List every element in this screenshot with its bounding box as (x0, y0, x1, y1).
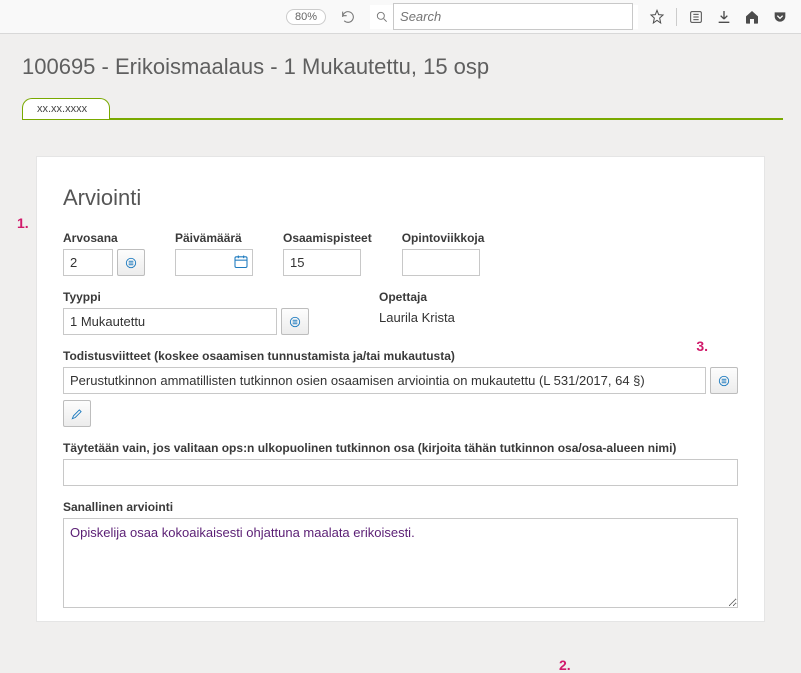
field-ops-ulkopuolinen: Täytetään vain, jos valitaan ops:n ulkop… (63, 441, 738, 486)
bookmark-star-icon[interactable] (648, 8, 666, 26)
pencil-icon (70, 407, 84, 421)
arviointi-card: 1. 2. 3. Arviointi Arvosana Päivämäärä (36, 156, 765, 622)
osaamispisteet-input[interactable] (283, 249, 361, 276)
field-osaamispisteet: Osaamispisteet (283, 231, 372, 276)
field-todistusviitteet: Todistusviitteet (koskee osaamisen tunnu… (63, 349, 738, 427)
row-2: Tyyppi Opettaja Laurila Krista (63, 290, 738, 335)
arvosana-input[interactable] (63, 249, 113, 276)
osaamispisteet-label: Osaamispisteet (283, 231, 372, 245)
search-field[interactable] (370, 5, 638, 29)
page-title: 100695 - Erikoismaalaus - 1 Mukautettu, … (18, 34, 783, 92)
separator (676, 8, 677, 26)
field-sanallinen: Sanallinen arviointi (63, 500, 738, 611)
sanallinen-textarea[interactable] (63, 518, 738, 608)
zoom-badge[interactable]: 80% (286, 9, 326, 25)
arviointi-heading: Arviointi (63, 185, 738, 211)
list-icon (124, 256, 138, 270)
field-tyyppi: Tyyppi (63, 290, 309, 335)
opettaja-label: Opettaja (379, 290, 455, 304)
tyyppi-label: Tyyppi (63, 290, 309, 304)
paivamaara-input[interactable] (175, 249, 253, 276)
list-icon (288, 315, 302, 329)
todistusviitteet-lookup-button[interactable] (710, 367, 738, 394)
reload-button[interactable] (336, 5, 360, 29)
tyyppi-input[interactable] (63, 308, 277, 335)
tab-date[interactable]: xx.xx.xxxx (22, 98, 110, 119)
opettaja-value: Laurila Krista (379, 308, 455, 325)
annotation-1: 1. (17, 215, 29, 231)
browser-toolbar: 80% (0, 0, 801, 34)
paivamaara-label: Päivämäärä (175, 231, 253, 245)
pocket-icon[interactable] (771, 8, 789, 26)
library-icon[interactable] (687, 8, 705, 26)
ops-ulkopuolinen-input[interactable] (63, 459, 738, 486)
field-opettaja: Opettaja Laurila Krista (379, 290, 455, 335)
row-1: Arvosana Päivämäärä Osaami (63, 231, 738, 276)
reload-icon (340, 9, 356, 25)
field-paivamaara: Päivämäärä (175, 231, 253, 276)
arvosana-label: Arvosana (63, 231, 145, 245)
sanallinen-label: Sanallinen arviointi (63, 500, 738, 514)
todistusviitteet-edit-button[interactable] (63, 400, 91, 427)
search-icon (375, 10, 389, 24)
ops-ulkopuolinen-label: Täytetään vain, jos valitaan ops:n ulkop… (63, 441, 738, 455)
field-arvosana: Arvosana (63, 231, 145, 276)
todistusviitteet-input[interactable] (63, 367, 706, 394)
tab-strip: xx.xx.xxxx (22, 92, 783, 120)
tyyppi-lookup-button[interactable] (281, 308, 309, 335)
opintoviikkoja-input[interactable] (402, 249, 480, 276)
arvosana-lookup-button[interactable] (117, 249, 145, 276)
list-icon (717, 374, 731, 388)
toolbar-icons (648, 8, 795, 26)
home-icon[interactable] (743, 8, 761, 26)
opintoviikkoja-label: Opintoviikkoja (402, 231, 485, 245)
field-opintoviikkoja: Opintoviikkoja (402, 231, 485, 276)
annotation-2: 2. (559, 657, 571, 673)
page-content: 100695 - Erikoismaalaus - 1 Mukautettu, … (0, 34, 801, 622)
downloads-icon[interactable] (715, 8, 733, 26)
search-input[interactable] (393, 3, 633, 30)
todistusviitteet-label: Todistusviitteet (koskee osaamisen tunnu… (63, 349, 738, 363)
